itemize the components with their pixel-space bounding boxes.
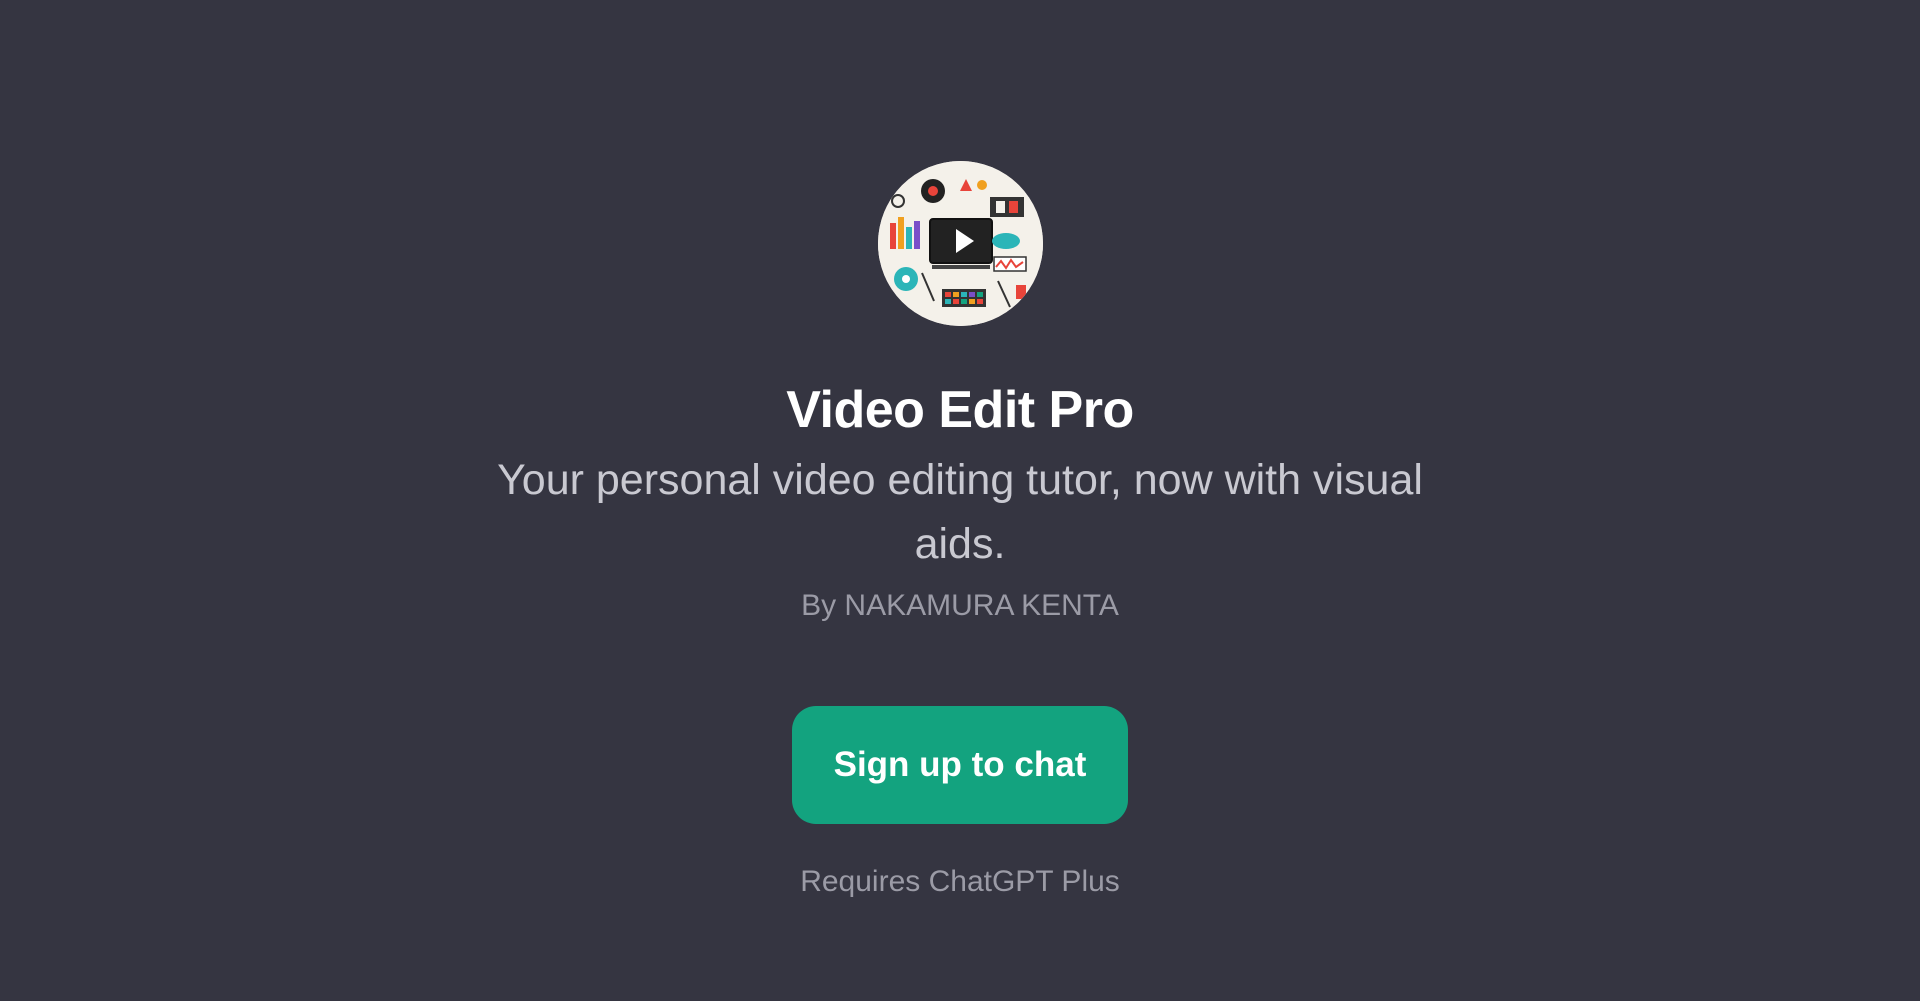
requirement-note: Requires ChatGPT Plus — [800, 865, 1120, 898]
gpt-avatar — [877, 161, 1043, 326]
gpt-title: Video Edit Pro — [786, 381, 1134, 439]
video-editing-collage-icon — [877, 161, 1043, 326]
gpt-landing-page: Video Edit Pro Your personal video editi… — [0, 0, 1920, 1001]
gpt-description: Your personal video editing tutor, now w… — [497, 456, 1423, 568]
gpt-author: By NAKAMURA KENTA — [801, 589, 1119, 622]
sign-up-to-chat-button[interactable]: Sign up to chat — [792, 706, 1128, 824]
